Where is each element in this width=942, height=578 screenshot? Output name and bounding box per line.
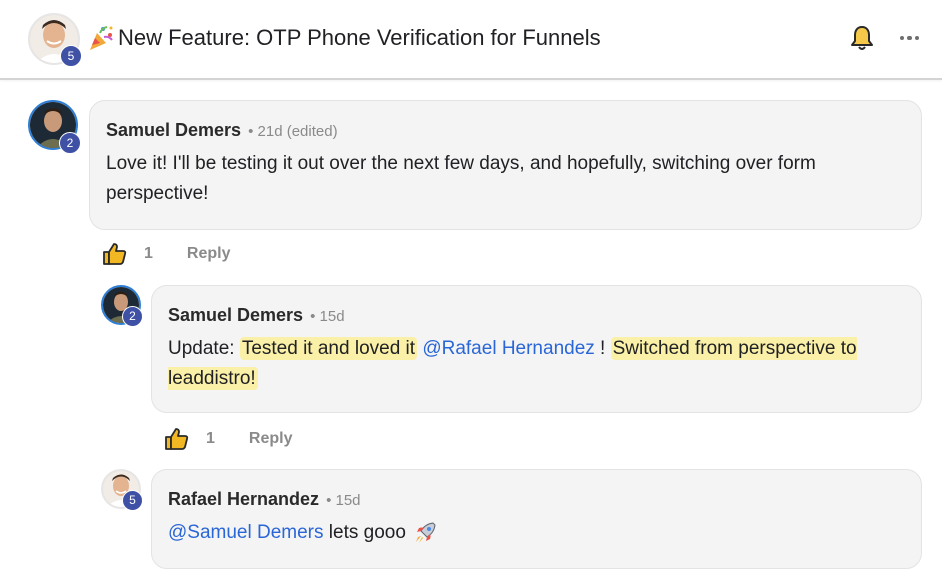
user-mention[interactable]: @Rafael Hernandez	[422, 338, 594, 359]
bell-icon	[851, 26, 873, 50]
comment-avatar[interactable]: 2	[101, 285, 143, 327]
text-segment: lets gooo	[323, 522, 412, 543]
level-badge: 2	[122, 306, 143, 327]
level-badge: 2	[59, 132, 81, 154]
thumbs-up-icon[interactable]	[102, 242, 128, 266]
post-title-text: New Feature: OTP Phone Verification for …	[118, 25, 601, 50]
text-segment: Update:	[168, 338, 240, 359]
user-mention[interactable]: @Samuel Demers	[168, 518, 324, 548]
notification-bell-button[interactable]	[848, 24, 876, 52]
post-header: 5 New Feature: OTP Phone Verification fo…	[0, 0, 942, 80]
more-horizontal-icon	[898, 28, 924, 48]
comment-bubble: Samuel Demers • 21d (edited) Love it! I'…	[89, 100, 922, 230]
author-avatar[interactable]: 5	[28, 13, 82, 67]
comment-avatar[interactable]: 5	[101, 469, 143, 511]
thumbs-up-icon[interactable]	[164, 427, 190, 451]
comment-actions: 1 Reply	[102, 242, 230, 266]
more-options-button[interactable]	[898, 28, 924, 48]
comment-text: @Samuel Demers lets gooo	[168, 518, 898, 548]
party-popper-icon	[90, 26, 113, 50]
like-count: 1	[144, 245, 153, 262]
reply-button[interactable]: Reply	[187, 245, 231, 263]
comment-author[interactable]: Rafael Hernandez • 15d	[168, 489, 361, 510]
comment-author[interactable]: Samuel Demers • 15d	[168, 305, 345, 326]
comment-actions: 1 Reply	[164, 427, 292, 451]
highlighted-text: Tested it and loved it	[239, 337, 418, 360]
comment-bubble: Rafael Hernandez • 15d @Samuel Demers le…	[151, 469, 922, 569]
like-count: 1	[206, 430, 215, 447]
post-title: New Feature: OTP Phone Verification for …	[88, 24, 601, 52]
rocket-icon	[416, 522, 436, 543]
author-name[interactable]: Samuel Demers	[168, 305, 303, 325]
level-badge: 5	[60, 45, 82, 67]
reply-button[interactable]: Reply	[249, 430, 293, 448]
level-badge: 5	[122, 490, 143, 511]
text-segment: !	[594, 338, 611, 359]
comment-timestamp: • 15d	[326, 492, 361, 509]
comment-avatar[interactable]: 2	[28, 100, 81, 154]
comment-bubble: Samuel Demers • 15d Update: Tested it an…	[151, 285, 922, 413]
comment-text: Update: Tested it and loved it @Rafael H…	[168, 334, 898, 394]
comment-author[interactable]: Samuel Demers • 21d (edited)	[106, 120, 338, 141]
comment-timestamp: • 15d	[310, 308, 345, 325]
comment-timestamp: • 21d (edited)	[248, 123, 338, 140]
author-name[interactable]: Samuel Demers	[106, 120, 241, 140]
comment-text: Love it! I'll be testing it out over the…	[106, 153, 816, 204]
author-name[interactable]: Rafael Hernandez	[168, 489, 319, 509]
